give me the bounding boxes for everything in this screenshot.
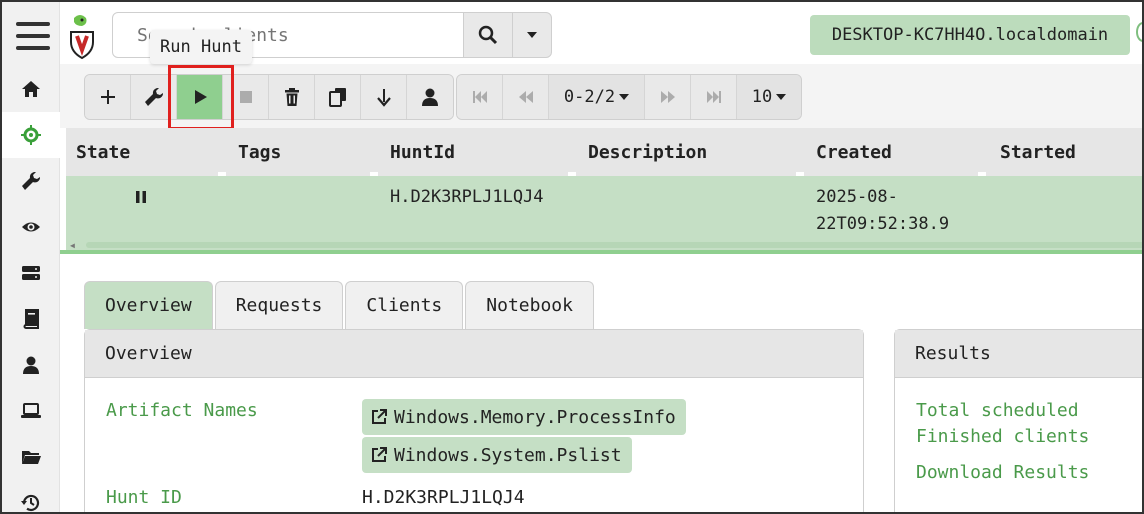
page-size-dropdown[interactable]: 10 xyxy=(737,75,801,119)
pagination-group: 0-2/2 10 xyxy=(456,74,802,120)
hunts-table-header: State Tags HuntId Description Created St… xyxy=(66,128,1142,176)
total-scheduled-label: Total scheduled xyxy=(916,400,1079,421)
artifact-link-processinfo[interactable]: Windows.Memory.ProcessInfo xyxy=(362,399,686,435)
tab-requests[interactable]: Requests xyxy=(214,281,344,329)
results-panel-title: Results xyxy=(895,330,1142,378)
fast-forward-icon xyxy=(660,91,675,103)
user-icon xyxy=(422,88,438,106)
scrollbar-thumb[interactable] xyxy=(86,242,1142,248)
state-paused-icon xyxy=(134,186,148,213)
column-header-tags[interactable]: Tags xyxy=(238,128,281,176)
column-header-state[interactable]: State xyxy=(76,128,130,176)
last-page-icon xyxy=(706,91,721,103)
copy-hunt-button[interactable] xyxy=(315,75,361,119)
artifact-name: Windows.System.Pslist xyxy=(394,444,622,466)
results-panel: Results xyxy=(894,329,1142,512)
book-icon[interactable] xyxy=(2,296,60,342)
tab-clients[interactable]: Clients xyxy=(345,281,464,329)
connection-status-icon xyxy=(1136,22,1142,42)
tab-notebook[interactable]: Notebook xyxy=(465,281,594,329)
tab-overview[interactable]: Overview xyxy=(84,281,213,329)
page-size-value: 10 xyxy=(751,87,773,107)
first-page-icon xyxy=(472,91,487,103)
arrow-down-icon xyxy=(376,89,391,107)
column-header-created[interactable]: Created xyxy=(816,128,892,176)
column-header-huntid[interactable]: HuntId xyxy=(390,128,455,176)
wrench-icon[interactable] xyxy=(2,158,60,204)
last-page-button[interactable] xyxy=(691,75,737,119)
hostname-badge[interactable]: DESKTOP-KC7HH4O.localdomain xyxy=(810,15,1130,55)
horizontal-scrollbar[interactable]: ◀ xyxy=(66,240,1142,250)
app-window: DESKTOP-KC7HH4O.localdomain xyxy=(0,0,1144,514)
wrench-icon xyxy=(144,87,163,106)
search-dropdown-button[interactable] xyxy=(512,12,552,58)
folder-icon[interactable] xyxy=(2,434,60,480)
caret-down-icon xyxy=(776,94,787,100)
hunt-actions-group xyxy=(84,74,454,120)
external-link-icon xyxy=(372,447,387,462)
trash-icon xyxy=(284,88,299,106)
sidebar xyxy=(2,2,60,512)
column-header-started[interactable]: Started xyxy=(1000,128,1076,176)
run-hunt-tooltip: Run Hunt xyxy=(150,30,252,64)
delete-hunt-button[interactable] xyxy=(269,75,315,119)
download-hunt-button[interactable] xyxy=(361,75,407,119)
eye-icon[interactable] xyxy=(2,204,60,250)
finished-clients-label: Finished clients xyxy=(916,426,1090,447)
created-cell-line2: 22T09:52:38.9 xyxy=(816,214,950,234)
pagination-range: 0-2/2 xyxy=(563,87,616,107)
home-icon[interactable] xyxy=(2,66,60,112)
pane-divider[interactable] xyxy=(60,250,1142,254)
hamburger-menu-icon[interactable] xyxy=(16,22,50,52)
artifact-names-label: Artifact Names xyxy=(106,400,258,421)
new-hunt-button[interactable] xyxy=(85,75,131,119)
stop-icon xyxy=(239,91,252,103)
external-link-icon xyxy=(372,409,387,424)
crosshair-icon[interactable] xyxy=(2,112,60,158)
table-row[interactable]: H.D2K3RPLJ1LQJ4 2025-08- 22T09:52:38.9 xyxy=(66,176,1142,240)
artifact-name: Windows.Memory.ProcessInfo xyxy=(394,406,676,428)
user-filter-button[interactable] xyxy=(407,75,453,119)
search-icon xyxy=(478,25,498,45)
caret-down-icon xyxy=(527,32,537,38)
run-hunt-highlight xyxy=(168,65,234,130)
laptop-icon[interactable] xyxy=(2,388,60,434)
rewind-icon xyxy=(518,91,533,103)
copy-icon xyxy=(328,88,346,107)
caret-down-icon xyxy=(619,94,630,100)
created-cell-line1: 2025-08- xyxy=(816,187,898,207)
download-results-link[interactable]: Download Results xyxy=(916,462,1089,483)
server-icon[interactable] xyxy=(2,250,60,296)
hunt-id-cell[interactable]: H.D2K3RPLJ1LQJ4 xyxy=(390,184,544,211)
next-page-button[interactable] xyxy=(645,75,691,119)
overview-panel-title: Overview xyxy=(85,330,863,378)
history-icon[interactable] xyxy=(2,480,60,512)
search-button[interactable] xyxy=(463,12,513,58)
scroll-left-icon[interactable]: ◀ xyxy=(70,241,75,250)
column-header-description[interactable]: Description xyxy=(588,128,707,176)
first-page-button[interactable] xyxy=(457,75,503,119)
hunt-detail-tabs: Overview Requests Clients Notebook xyxy=(84,281,596,329)
user-icon[interactable] xyxy=(2,342,60,388)
hunt-id-value: H.D2K3RPLJ1LQJ4 xyxy=(362,487,525,508)
plus-icon xyxy=(100,90,115,104)
previous-page-button[interactable] xyxy=(503,75,549,119)
hunt-id-label: Hunt ID xyxy=(106,487,182,508)
velociraptor-logo[interactable] xyxy=(66,14,100,60)
pagination-range-dropdown[interactable]: 0-2/2 xyxy=(549,75,645,119)
artifact-link-pslist[interactable]: Windows.System.Pslist xyxy=(362,437,632,473)
